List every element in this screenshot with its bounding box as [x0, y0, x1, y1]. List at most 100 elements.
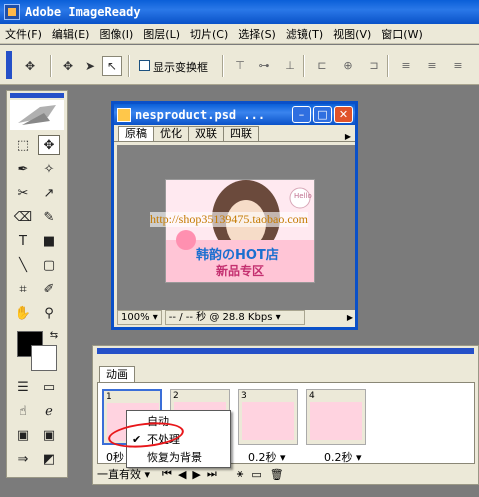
- toolbox-logo[interactable]: [10, 100, 64, 130]
- eraser-tool-icon[interactable]: ⌫: [12, 207, 34, 227]
- play-icon[interactable]: ▶: [192, 468, 200, 481]
- shop-url-watermark: http://shop35139475.taobao.com: [150, 212, 308, 227]
- animation-controls: 一直有效 ▾ ⏮ ◀ ▶ ⏭ ⚹ ▭ 🗑: [97, 466, 475, 482]
- jump-to-photoshop-icon[interactable]: ⇒: [12, 449, 34, 469]
- loop-dropdown[interactable]: 一直有效 ▾: [97, 466, 150, 482]
- menu-edit[interactable]: 编辑(E): [47, 26, 95, 42]
- background-color-swatch[interactable]: [31, 345, 57, 371]
- distribute-vcenter-icon[interactable]: ≡: [424, 59, 440, 73]
- move-tool-preset-icon[interactable]: ✥: [20, 56, 40, 76]
- eyedropper-tool-icon[interactable]: ✐: [38, 279, 60, 299]
- tab-animation[interactable]: 动画: [99, 366, 135, 382]
- swap-colors-icon[interactable]: ⇆: [43, 325, 65, 345]
- menu-file[interactable]: 文件(F): [0, 26, 47, 42]
- next-frame-icon[interactable]: ⏭: [207, 467, 217, 481]
- menu-view[interactable]: 视图(V): [328, 26, 376, 42]
- hello-text: Hello: [294, 192, 312, 200]
- first-frame-icon[interactable]: ⏮: [162, 467, 172, 481]
- zoom-tool-icon[interactable]: ⚲: [38, 303, 60, 323]
- brush-tool-icon[interactable]: ✎: [38, 207, 60, 227]
- animation-palette-grip[interactable]: [97, 348, 474, 354]
- tween-icon[interactable]: ⚹: [237, 467, 244, 481]
- banner-subtitle: 新品专区: [216, 264, 265, 278]
- new-frame-icon[interactable]: ▭: [251, 468, 261, 481]
- separator: [128, 55, 130, 77]
- zoom-dropdown[interactable]: 100% ▾: [117, 310, 162, 325]
- distribute-top-icon[interactable]: ≡: [398, 59, 414, 73]
- pointer-icon[interactable]: ↖: [102, 56, 122, 76]
- document-title: nesproduct.psd ...: [135, 107, 266, 122]
- menu-filter[interactable]: 滤镜(T): [281, 26, 328, 42]
- lasso-tool-icon[interactable]: ✒: [12, 159, 34, 179]
- menu-image[interactable]: 图像(I): [94, 26, 138, 42]
- crop-icon[interactable]: ⌗: [12, 279, 34, 299]
- distribute-bottom-icon[interactable]: ≡: [450, 59, 466, 73]
- minimize-button[interactable]: –: [292, 106, 311, 123]
- slice-visibility-icon[interactable]: ◩: [38, 449, 60, 469]
- preview-document-icon[interactable]: ▭: [38, 377, 60, 397]
- align-left-icon[interactable]: ⊏: [314, 59, 330, 73]
- menu-slice[interactable]: 切片(C): [185, 26, 233, 42]
- separator: [50, 55, 52, 77]
- align-right-icon[interactable]: ⊐: [366, 59, 382, 73]
- prev-frame-icon[interactable]: ◀: [178, 468, 186, 481]
- standard-screen-mode-icon[interactable]: ▣: [12, 425, 34, 445]
- marquee-tool-icon[interactable]: ⬚: [12, 135, 34, 155]
- move-icon[interactable]: ✥: [58, 56, 78, 76]
- separator: [303, 55, 305, 77]
- hand-tool-icon[interactable]: ✋: [12, 303, 34, 323]
- document-statusbar: 100% ▾ -- / -- 秒 @ 28.8 Kbps ▾ ▶: [114, 308, 355, 327]
- animation-frame[interactable]: 4: [306, 389, 366, 445]
- type-tool-icon[interactable]: T: [12, 231, 34, 251]
- separator: [387, 55, 389, 77]
- tab-4up[interactable]: 四联: [223, 126, 259, 141]
- menu-select[interactable]: 选择(S): [233, 26, 281, 42]
- scroll-right-icon[interactable]: ▶: [347, 313, 353, 322]
- rectangle-tool-icon[interactable]: ■: [38, 231, 60, 251]
- tabs-scroll-right-icon[interactable]: ▶: [345, 132, 351, 141]
- rounded-rect-tool-icon[interactable]: ▢: [38, 255, 60, 275]
- align-vcenter-icon[interactable]: ⊶: [256, 59, 272, 73]
- app-titlebar: Adobe ImageReady: [0, 0, 479, 24]
- magic-wand-tool-icon[interactable]: ✧: [38, 159, 60, 179]
- crop-tool-icon[interactable]: ✂: [12, 183, 34, 203]
- document-canvas[interactable]: Hello 韩韵のHOT店 新品专区: [117, 145, 355, 310]
- download-time[interactable]: -- / -- 秒 @ 28.8 Kbps ▾: [164, 310, 305, 325]
- frame-thumbnail: [310, 402, 362, 440]
- rollover-preview-icon[interactable]: ☝: [12, 401, 34, 421]
- image-map-tool-icon[interactable]: ☰: [12, 377, 34, 397]
- banner-image: Hello 韩韵のHOT店 新品专区: [165, 179, 315, 283]
- maximize-button[interactable]: □: [313, 106, 332, 123]
- show-transform-label: 显示变换框: [153, 61, 208, 74]
- frame-delay-dropdown[interactable]: 0.2秒 ▾: [324, 449, 362, 465]
- toolbox-grip[interactable]: [10, 93, 64, 98]
- tab-optimized[interactable]: 优化: [153, 126, 189, 141]
- close-button[interactable]: ✕: [334, 106, 353, 123]
- tab-original[interactable]: 原稿: [118, 126, 154, 141]
- preview-in-browser-icon[interactable]: ℯ: [38, 401, 60, 421]
- options-bar-grip[interactable]: [6, 51, 12, 79]
- move-tool-icon[interactable]: ✥: [38, 135, 60, 155]
- menu-window[interactable]: 窗口(W): [376, 26, 427, 42]
- slice-tool-icon[interactable]: ↗: [38, 183, 60, 203]
- separator: [222, 55, 224, 77]
- toolbox: ⬚ ✥ ✒ ✧ ✂ ↗ ⌫ ✎ T ■ ╲ ▢ ⌗ ✐ ✋ ⚲ ⇆ ☰ ▭ ☝ …: [6, 90, 68, 478]
- full-screen-mode-icon[interactable]: ▣: [38, 425, 60, 445]
- menubar: 文件(F) 编辑(E) 图像(I) 图层(L) 切片(C) 选择(S) 滤镜(T…: [0, 24, 479, 44]
- tab-2up[interactable]: 双联: [188, 126, 224, 141]
- options-bar: ✥ ✥ ➤ ↖ 显示变换框 ⊤ ⊶ ⊥ ⊏ ⊕ ⊐ ≡ ≡ ≡: [0, 45, 479, 85]
- menu-layer[interactable]: 图层(L): [138, 26, 185, 42]
- frame-delay-dropdown[interactable]: 0.2秒 ▾: [248, 449, 286, 465]
- document-view-tabs: 原稿 优化 双联 四联 ▶: [114, 125, 355, 142]
- frame-thumbnail: [242, 402, 294, 440]
- align-bottom-icon[interactable]: ⊥: [282, 59, 298, 73]
- imageready-app-icon: [4, 4, 20, 20]
- show-transform-checkbox[interactable]: [139, 60, 150, 71]
- arrow-icon[interactable]: ➤: [80, 56, 100, 76]
- align-top-icon[interactable]: ⊤: [232, 59, 248, 73]
- align-hcenter-icon[interactable]: ⊕: [340, 59, 356, 73]
- animation-frame[interactable]: 3: [238, 389, 298, 445]
- line-tool-icon[interactable]: ╲: [12, 255, 34, 275]
- delete-frame-icon[interactable]: 🗑: [270, 468, 284, 481]
- menu-item-restore-to-background[interactable]: 恢复为背景: [127, 449, 230, 466]
